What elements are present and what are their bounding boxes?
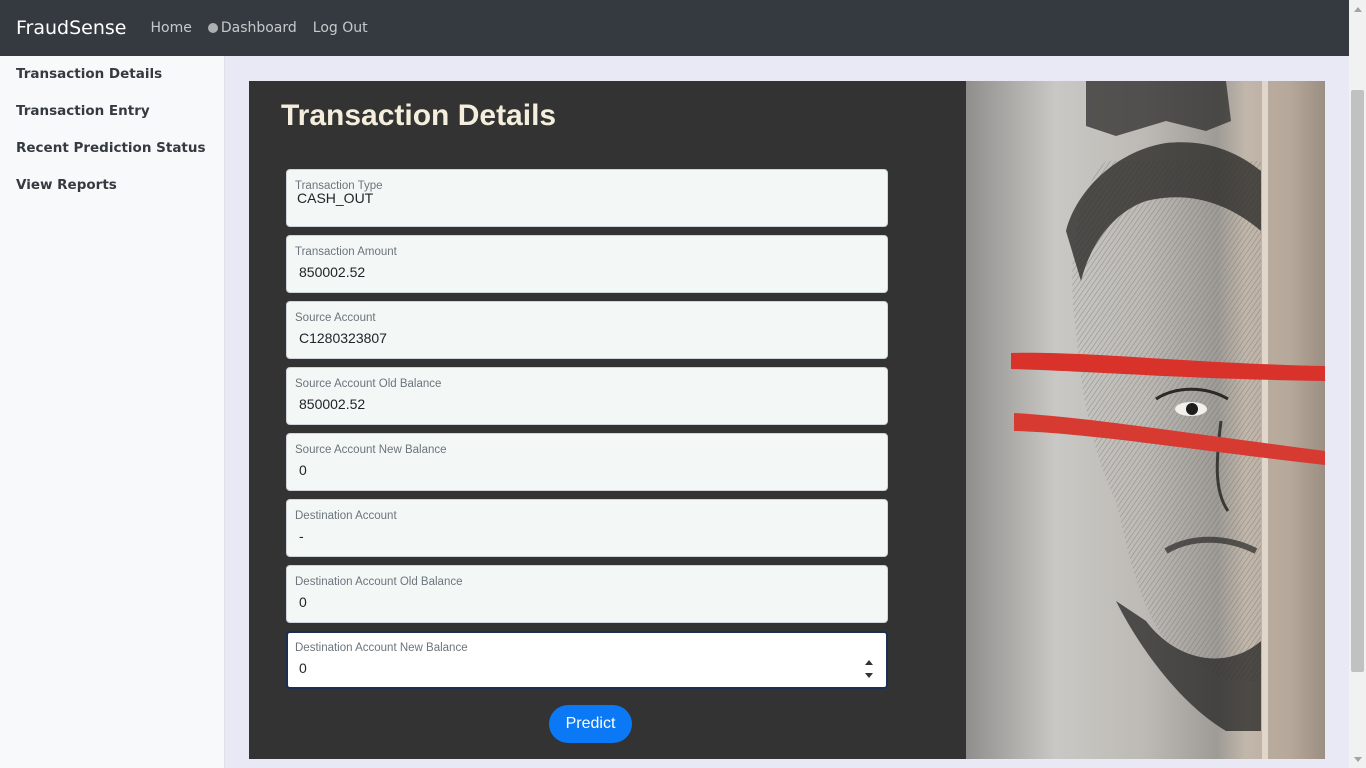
page-title: Transaction Details [281,99,557,132]
destination-old-balance-field[interactable]: Destination Account Old Balance 0 [286,565,888,623]
field-value: C1280323807 [299,330,387,346]
nav-home[interactable]: Home [150,20,191,36]
field-label: Destination Account New Balance [295,642,468,654]
field-value: 850002.52 [299,264,366,280]
scroll-down-icon[interactable] [1349,752,1366,766]
top-navbar: FraudSense Home Dashboard Log Out [0,0,1349,56]
sidebar-item-transaction-details[interactable]: Transaction Details [0,56,224,93]
nav-home-label: Home [150,20,192,36]
nav-logout-label: Log Out [312,20,368,36]
field-value: 0 [299,594,307,610]
sidebar-item-view-reports[interactable]: View Reports [0,167,224,204]
spinner-down-icon[interactable] [865,673,873,678]
field-value: CASH_OUT [297,190,374,206]
scroll-up-icon[interactable] [1349,2,1366,16]
field-label: Source Account Old Balance [295,378,442,390]
field-value: 0 [299,462,307,478]
field-label: Source Account [295,312,376,324]
nav-logout[interactable]: Log Out [313,20,368,36]
field-label: Destination Account [295,510,397,522]
spinner-up-icon[interactable] [865,660,873,665]
circle-icon [207,23,218,33]
destination-new-balance-field[interactable]: Destination Account New Balance 0 [286,631,888,689]
field-value: - [299,528,304,544]
number-spinner[interactable] [864,660,874,678]
destination-account-field[interactable]: Destination Account - [286,499,888,557]
field-value: 850002.52 [299,396,366,412]
nav-dashboard-label: Dashboard [220,20,297,36]
brand-logo[interactable]: FraudSense [16,17,126,39]
transaction-card: Transaction Details Transaction Type CAS… [249,81,1325,759]
field-label: Source Account New Balance [295,444,447,456]
predict-button[interactable]: Predict [549,705,632,743]
source-account-field[interactable]: Source Account C1280323807 [286,301,888,359]
nav-dashboard[interactable]: Dashboard [207,20,297,36]
field-value: 0 [299,660,307,676]
vertical-scrollbar[interactable] [1349,0,1366,768]
source-old-balance-field[interactable]: Source Account Old Balance 850002.52 [286,367,888,425]
sidebar-item-recent-prediction-status[interactable]: Recent Prediction Status [0,130,224,167]
field-label: Transaction Amount [295,246,397,258]
transaction-type-field[interactable]: Transaction Type CASH_OUT [286,169,888,227]
banknote-photo [966,81,1325,759]
transaction-amount-field[interactable]: Transaction Amount 850002.52 [286,235,888,293]
source-new-balance-field[interactable]: Source Account New Balance 0 [286,433,888,491]
scroll-thumb[interactable] [1351,90,1364,672]
sidebar-item-transaction-entry[interactable]: Transaction Entry [0,93,224,130]
field-label: Destination Account Old Balance [295,576,463,588]
banknote-illustration [1011,81,1325,759]
sidebar: Transaction Details Transaction Entry Re… [0,56,225,768]
